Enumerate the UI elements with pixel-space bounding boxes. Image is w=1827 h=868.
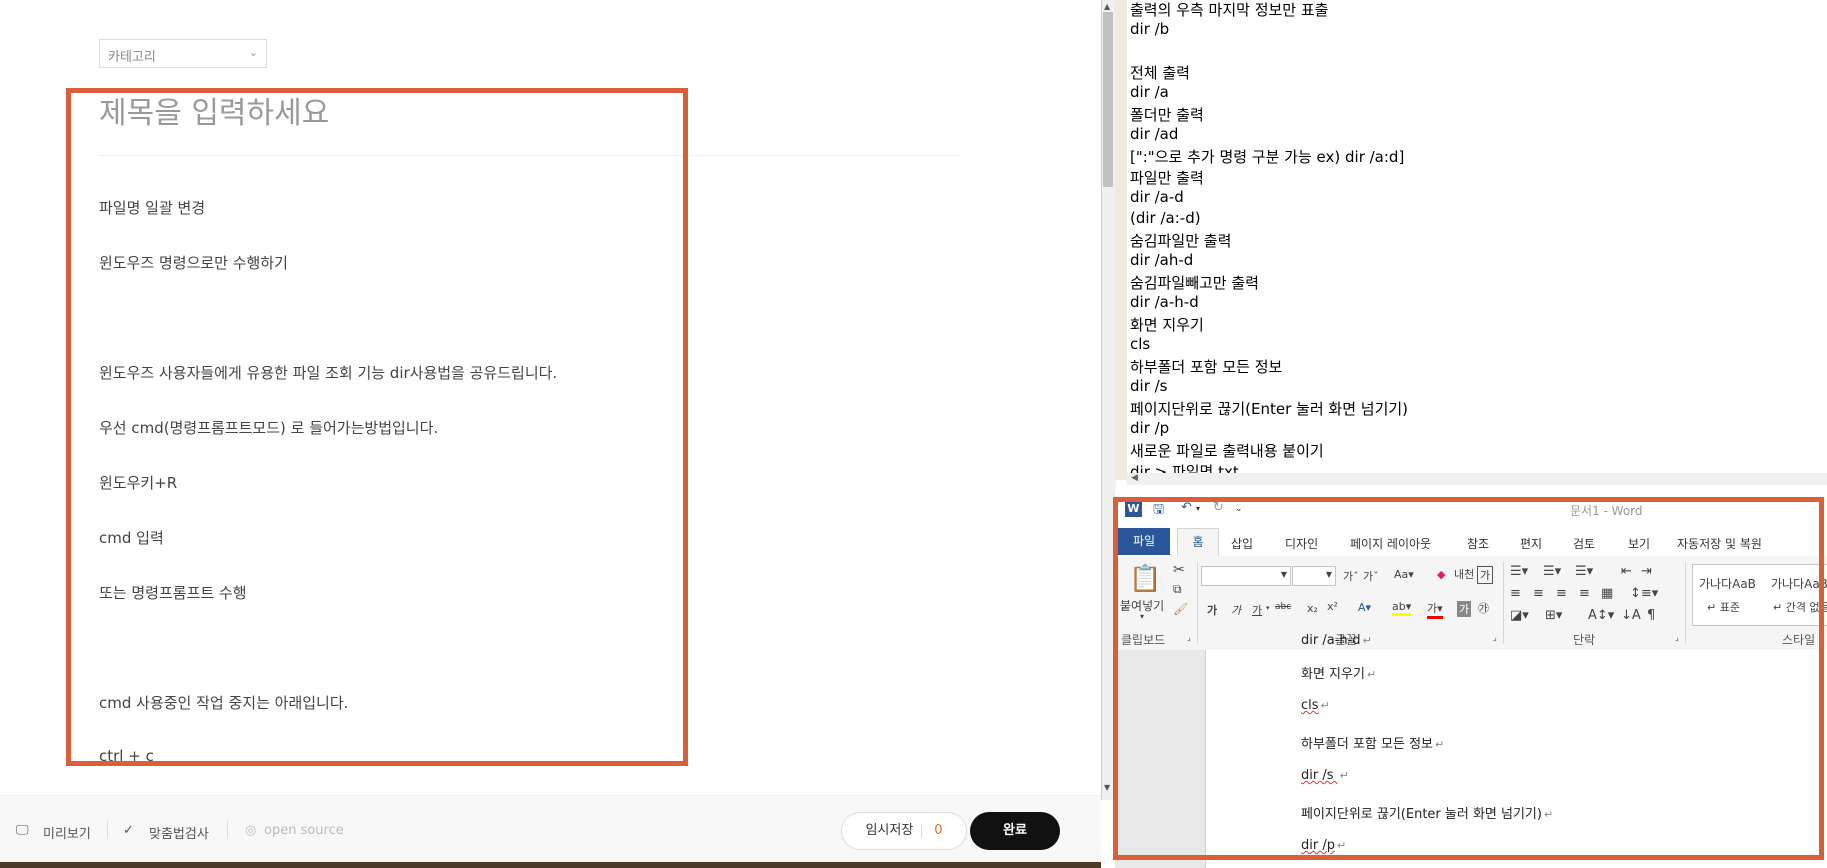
horizontal-scrollbar[interactable]: ◀ [1127,473,1827,485]
scroll-left-icon[interactable]: ◀ [1131,473,1138,483]
open-source-link[interactable]: open source [264,823,344,838]
spellcheck-icon: ✓ [123,823,134,838]
notepad-line: dir /a-d [1130,188,1184,206]
done-button[interactable]: 완료 [970,812,1060,850]
scroll-down-icon[interactable]: ▼ [1104,783,1110,792]
temp-save-count: 0 [934,823,943,838]
open-source-icon: ◎ [245,823,257,838]
notepad-line: dir /p [1130,419,1170,437]
notepad-line: dir /a-h-d [1130,293,1199,311]
notepad-text-area[interactable]: 출력의 우측 마지막 정보만 표출 dir /b 전체 출력 dir /a 폴더만 출력… [1127,0,1827,480]
notepad-line: dir /ad [1130,125,1179,143]
notepad-line: 숨김파일만 출력 [1130,232,1232,250]
notepad-line: 출력의 우측 마지막 정보만 표출 [1130,1,1329,19]
notepad-line: (dir /a:-d) [1130,209,1201,227]
notepad-line: 숨김파일빼고만 출력 [1130,274,1259,292]
highlight-box-editor [66,88,688,766]
divider [921,823,923,838]
notepad-line: dir /s [1130,377,1168,395]
category-placeholder: 카테고리 [108,50,156,65]
spellcheck-button[interactable]: 맞춤법검사 [149,823,209,842]
notepad-line: dir /b [1130,20,1170,38]
notepad-line: 하부폴더 포함 모든 정보 [1130,358,1283,376]
highlight-box-word [1113,497,1824,860]
notepad-line: [":"으로 추가 명령 구분 가능 ex) dir /a:d] [1130,148,1405,166]
notepad-line: 파일만 출력 [1130,169,1204,187]
divider [227,821,228,839]
preview-button[interactable]: 미리보기 [43,823,91,842]
taskbar-strip [0,862,1101,868]
notepad-line: 페이지단위로 끊기(Enter 눌러 화면 넘기기) [1130,400,1409,418]
notepad-line: 화면 지우기 [1130,316,1204,334]
notepad-line: 전체 출력 [1130,64,1190,82]
temp-save-button[interactable]: 임시저장 0 [841,812,967,850]
temp-save-label: 임시저장 [865,823,914,838]
notepad-line: dir /ah-d [1130,251,1194,269]
window-gutter [1115,0,1127,480]
divider [107,821,108,839]
monitor-icon: 🖵 [16,823,29,838]
chevron-down-icon: ⌄ [248,46,258,59]
editor-bottom-bar: 🖵 미리보기 ✓ 맞춤법검사 ◎ open source 임시저장 0 완료 [0,795,1101,863]
notepad-line: 폴더만 출력 [1130,106,1204,124]
blog-editor: 카테고리 ⌄ 제목을 입력하세요 파일명 일괄 변경 윈도우즈 명령으로만 수행하… [0,0,1101,868]
category-select[interactable]: 카테고리 ⌄ [99,39,267,68]
notepad-line: dir /a [1130,83,1169,101]
scroll-up-icon[interactable]: ▲ [1104,2,1110,11]
scrollbar-thumb[interactable] [1103,12,1113,187]
notepad-line: cls [1130,335,1151,353]
notepad-line: 새로운 파일로 출력내용 붙이기 [1130,442,1324,460]
